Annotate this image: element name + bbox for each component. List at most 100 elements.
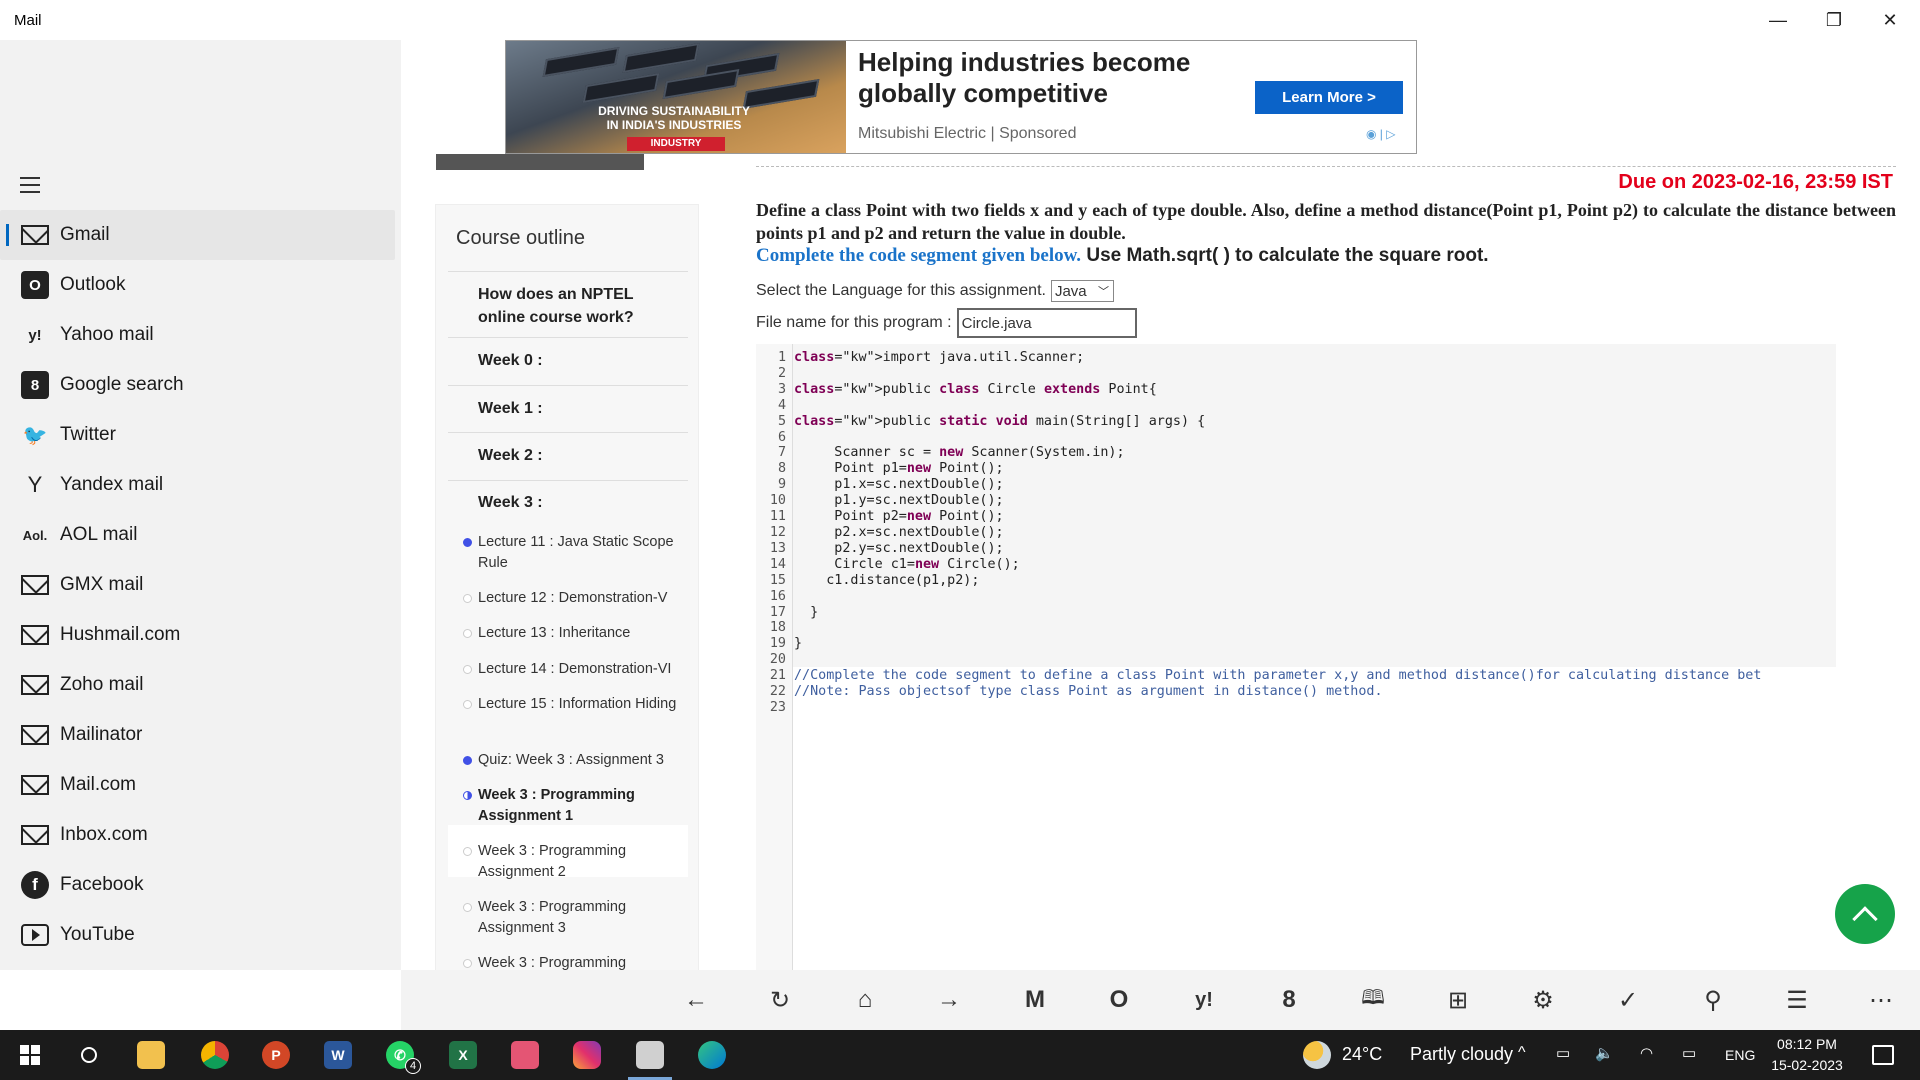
minimize-button[interactable]: — (1750, 0, 1806, 40)
code-line[interactable]: 19} (756, 636, 1761, 652)
search-icon[interactable]: ⚲ (1688, 975, 1738, 1025)
keyboard-icon[interactable]: ▭ (1682, 1044, 1696, 1062)
maximize-button[interactable]: ❐ (1806, 0, 1862, 40)
code-line[interactable]: 6 (756, 430, 1761, 446)
battery-icon[interactable]: ▭ (1556, 1044, 1570, 1062)
outline-lecture-13[interactable]: Lecture 13 : Inheritance (463, 623, 688, 644)
weather-desc[interactable]: Partly cloudy (1410, 1044, 1513, 1065)
exam-tab[interactable] (436, 154, 644, 170)
wifi-icon[interactable]: ◠ (1640, 1044, 1653, 1062)
outline-week-1[interactable]: Week 1 : (478, 397, 543, 420)
code-line[interactable]: 1 class="kw">import java.util.Scanner; (756, 350, 1761, 366)
forward-button[interactable]: → (924, 975, 974, 1025)
code-line[interactable]: 7 Scanner sc = new Scanner(System.in); (756, 445, 1761, 461)
outline-programming-4[interactable]: Week 3 : Programming (463, 953, 688, 970)
sidebar-item-inbox[interactable]: Inbox.com (0, 810, 401, 860)
code-text[interactable]: 1 class="kw">import java.util.Scanner; 2 3 c… (756, 350, 1762, 716)
code-line[interactable]: 4 (756, 398, 1761, 414)
list-icon[interactable]: ☰ (1772, 975, 1822, 1025)
sidebar-item-yahoo[interactable]: y! Yahoo mail (0, 310, 401, 360)
sponsored-ad[interactable]: DRIVING SUSTAINABILITY IN INDIA'S INDUST… (505, 40, 1417, 154)
taskbar-chrome[interactable] (188, 1030, 242, 1080)
hamburger-menu-icon[interactable] (20, 177, 40, 193)
code-line[interactable]: 21 //Complete the code segment to define … (756, 668, 1762, 684)
code-line[interactable]: 14 Circle c1=new Circle(); (756, 557, 1761, 573)
yahoo-shortcut-icon[interactable]: y! (1179, 975, 1229, 1025)
sidebar-item-hushmail[interactable]: Hushmail.com (0, 610, 401, 660)
taskbar-excel[interactable]: X (436, 1030, 490, 1080)
start-button[interactable] (3, 1030, 57, 1080)
outline-programming-2[interactable]: Week 3 : Programming Assignment 2 (463, 841, 688, 883)
code-line[interactable]: 23 (756, 700, 1761, 716)
outline-lecture-12[interactable]: Lecture 12 : Demonstration-V (463, 588, 688, 609)
outline-programming-1[interactable]: Week 3 : Programming Assignment 1 (463, 785, 688, 827)
code-line[interactable]: 8 Point p1=new Point(); (756, 461, 1761, 477)
outline-lecture-15[interactable]: Lecture 15 : Information Hiding (463, 694, 688, 715)
code-line[interactable]: 13 p2.y=sc.nextDouble(); (756, 541, 1761, 557)
close-button[interactable]: ✕ (1862, 0, 1918, 40)
reader-icon[interactable]: 🕮 (1348, 975, 1398, 1025)
sidebar-item-google[interactable]: 8 Google search (0, 360, 401, 410)
code-line[interactable]: 20 (756, 652, 1761, 668)
taskbar-file-explorer[interactable] (124, 1030, 178, 1080)
taskbar-edge[interactable] (685, 1030, 739, 1080)
sidebar-item-aol[interactable]: Aol. AOL mail (0, 510, 401, 560)
code-line[interactable]: 9 p1.x=sc.nextDouble(); (756, 477, 1761, 493)
outline-lecture-14[interactable]: Lecture 14 : Demonstration-VI (463, 659, 688, 680)
home-button[interactable]: ⌂ (840, 975, 890, 1025)
outlook-shortcut-icon[interactable]: O (1094, 975, 1144, 1025)
checkmark-icon[interactable]: ✓ (1603, 975, 1653, 1025)
taskbar-photos[interactable] (498, 1030, 552, 1080)
taskbar-word[interactable]: W (311, 1030, 365, 1080)
code-line[interactable]: 15 c1.distance(p1,p2); (756, 573, 1761, 589)
back-button[interactable]: ← (671, 975, 721, 1025)
scroll-to-top-button[interactable] (1835, 884, 1895, 944)
sidebar-item-zoho[interactable]: Zoho mail (0, 660, 401, 710)
code-line[interactable]: 22 //Note: Pass objectsof type class Poin… (756, 684, 1761, 700)
notifications-icon[interactable] (1872, 1045, 1894, 1065)
code-line[interactable]: 11 Point p2=new Point(); (756, 509, 1761, 525)
taskbar-whatsapp[interactable]: ✆ 4 (373, 1030, 427, 1080)
sidebar-item-facebook[interactable]: f Facebook (0, 860, 401, 910)
outline-faq-link[interactable]: How does an NPTEL online course work? (478, 283, 658, 329)
google-shortcut-icon[interactable]: 8 (1264, 975, 1314, 1025)
taskbar-powerpoint[interactable]: P (249, 1030, 303, 1080)
sidebar-item-outlook[interactable]: O Outlook (0, 260, 401, 310)
refresh-button[interactable]: ↻ (755, 975, 805, 1025)
code-line[interactable]: 10 p1.y=sc.nextDouble(); (756, 493, 1761, 509)
sidebar-item-yandex[interactable]: Y Yandex mail (0, 460, 401, 510)
sidebar-item-gmail[interactable]: Gmail (0, 210, 395, 260)
weather-temp[interactable]: 24°C (1342, 1044, 1382, 1065)
filename-input[interactable]: Circle.java (956, 308, 1137, 338)
gmail-shortcut-icon[interactable]: M (1010, 975, 1060, 1025)
settings-gear-icon[interactable]: ⚙ (1518, 975, 1568, 1025)
code-line[interactable]: 12 p2.x=sc.nextDouble(); (756, 525, 1761, 541)
sidebar-item-youtube[interactable]: YouTube (0, 910, 401, 960)
clock[interactable]: 08:12 PM 15-02-2023 (1765, 1034, 1849, 1076)
taskbar-mail[interactable] (623, 1030, 677, 1080)
code-line[interactable]: 5 class="kw">public static void main(Stri… (756, 414, 1761, 430)
learn-more-button[interactable]: Learn More > (1255, 81, 1403, 114)
outline-quiz-3[interactable]: Quiz: Week 3 : Assignment 3 (463, 750, 688, 771)
sidebar-item-mailinator[interactable]: Mailinator (0, 710, 401, 760)
code-line[interactable]: 18 (756, 620, 1761, 636)
code-line[interactable]: 17 } (756, 605, 1761, 621)
outline-week-0[interactable]: Week 0 : (478, 349, 543, 372)
chevron-up-icon[interactable]: ^ (1518, 1044, 1526, 1062)
ad-choices-icon[interactable]: ◉ | ▷ (1366, 127, 1395, 141)
code-line[interactable]: 2 (756, 366, 1761, 382)
sidebar-item-twitter[interactable]: 🐦 Twitter (0, 410, 401, 460)
apps-grid-icon[interactable]: ⊞ (1433, 975, 1483, 1025)
volume-icon[interactable]: 🔈 (1595, 1044, 1614, 1062)
sidebar-item-mailcom[interactable]: Mail.com (0, 760, 401, 810)
code-editor[interactable]: 1 class="kw">import java.util.Scanner; 2 3 c… (756, 344, 1836, 970)
more-options-icon[interactable]: ⋯ (1856, 975, 1906, 1025)
sidebar-item-gmx[interactable]: GMX mail (0, 560, 401, 610)
code-line[interactable]: 3 class="kw">public class Circle extends … (756, 382, 1761, 398)
taskbar-instagram[interactable] (560, 1030, 614, 1080)
outline-week-3[interactable]: Week 3 : (478, 491, 543, 514)
outline-lecture-11[interactable]: Lecture 11 : Java Static Scope Rule (463, 532, 688, 574)
language-select[interactable]: Java ﹀ (1050, 280, 1114, 302)
input-language[interactable]: ENG (1725, 1047, 1755, 1063)
taskbar-search-button[interactable] (62, 1030, 116, 1080)
